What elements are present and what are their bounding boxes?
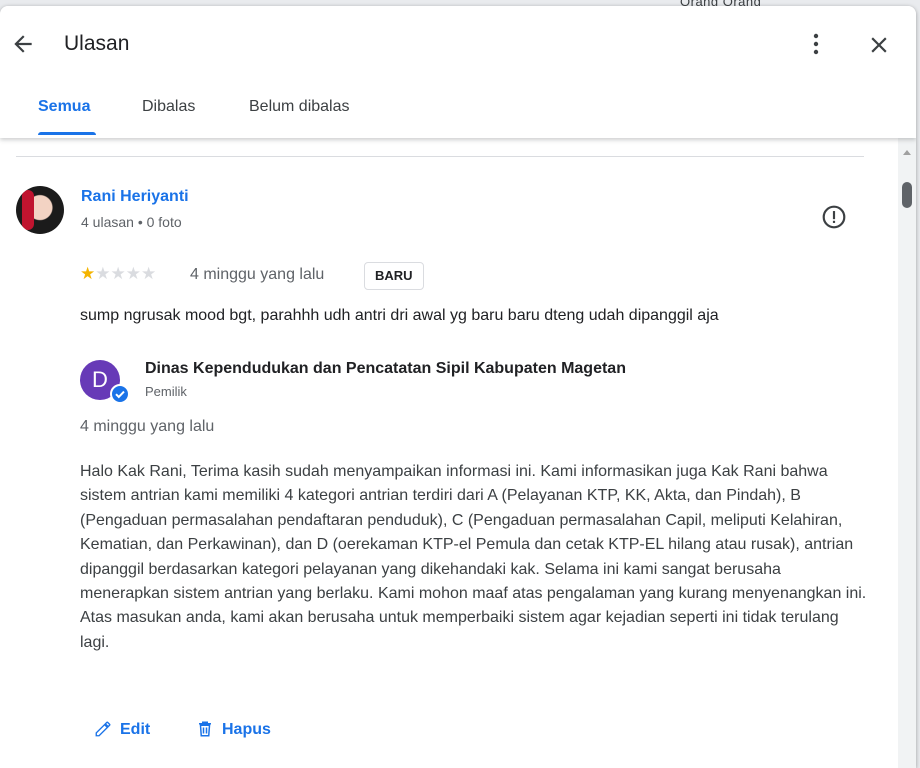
scroll-up-arrow-icon[interactable]	[903, 150, 911, 155]
scrollbar-thumb[interactable]	[902, 182, 912, 208]
star-filled-icon: ★	[80, 264, 96, 283]
report-icon	[822, 205, 846, 229]
tab-belum-dibalas[interactable]: Belum dibalas	[249, 98, 350, 116]
star-empty-icon: ★	[110, 264, 126, 283]
page-title: Ulasan	[64, 32, 130, 55]
scrollbar-track[interactable]	[898, 138, 916, 768]
reviewer-name[interactable]: Rani Heriyanti	[81, 188, 189, 206]
tab-dibalas[interactable]: Dibalas	[142, 98, 195, 116]
dialog-header: Ulasan Semua Dibalas Belum dibalas	[0, 6, 916, 138]
review-time: 4 minggu yang lalu	[190, 266, 325, 283]
active-tab-indicator	[38, 132, 96, 135]
delete-label: Hapus	[222, 721, 271, 738]
divider	[16, 156, 864, 157]
trash-icon	[199, 721, 211, 737]
reviewer-avatar[interactable]	[16, 186, 64, 234]
review-list: Rani Heriyanti 4 ulasan • 0 foto ★★★★★ 4…	[0, 138, 896, 768]
reply-text: Halo Kak Rani, Terima kasih sudah menyam…	[80, 463, 867, 651]
star-rating: ★★★★★	[80, 264, 156, 284]
owner-name: Dinas Kependudukan dan Pencatatan Sipil …	[145, 360, 626, 377]
reviews-dialog: Ulasan Semua Dibalas Belum dibalas Rani …	[0, 6, 916, 768]
more-vert-icon	[813, 33, 819, 55]
pencil-icon	[95, 721, 111, 737]
tab-semua[interactable]: Semua	[38, 98, 90, 116]
reviewer-meta: 4 ulasan • 0 foto	[81, 214, 182, 230]
more-options-button[interactable]	[804, 30, 828, 58]
delete-reply-button[interactable]: Hapus	[196, 720, 271, 744]
review-text: sump ngrusak mood bgt, parahhh udh antri…	[80, 307, 719, 324]
verified-icon	[110, 384, 130, 404]
back-button[interactable]	[10, 31, 36, 57]
report-review-button[interactable]	[821, 204, 847, 230]
close-button[interactable]	[866, 32, 892, 58]
arrow-back-icon	[14, 35, 32, 53]
edit-label: Edit	[120, 721, 151, 738]
star-empty-icon: ★	[125, 264, 141, 283]
star-empty-icon: ★	[141, 264, 157, 283]
star-empty-icon: ★	[95, 264, 111, 283]
reply-time: 4 minggu yang lalu	[80, 418, 215, 435]
avatar-detail	[22, 190, 34, 230]
edit-reply-button[interactable]: Edit	[94, 720, 150, 744]
new-badge: BARU	[364, 262, 424, 290]
close-icon	[871, 37, 887, 53]
owner-role: Pemilik	[145, 384, 187, 399]
